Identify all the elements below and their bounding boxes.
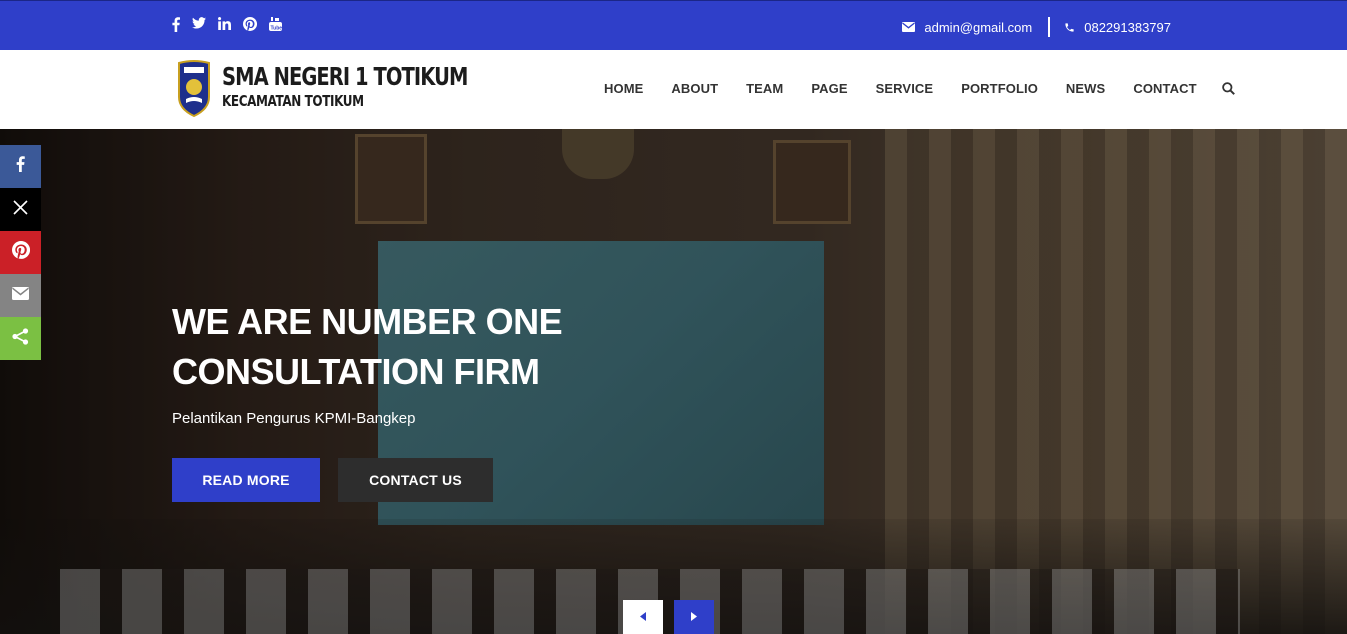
nav-team[interactable]: TEAM [746, 81, 783, 96]
envelope-icon [902, 22, 916, 32]
email-text[interactable]: admin@gmail.com [924, 20, 1032, 35]
share-icon [12, 327, 29, 350]
phone-text[interactable]: 082291383797 [1084, 20, 1171, 35]
main-header: SMA NEGERI 1 TOTIKUM KECAMATAN TOTIKUM H… [0, 50, 1347, 129]
nav-service[interactable]: SERVICE [876, 81, 934, 96]
nav-home[interactable]: HOME [604, 81, 643, 96]
nav-page[interactable]: PAGE [811, 81, 847, 96]
top-bar: Tube admin@gmail.com 082291383797 [0, 0, 1347, 50]
divider [1048, 17, 1051, 37]
hero-title-line1: WE ARE NUMBER ONE [172, 301, 563, 342]
hero-subtitle: Pelantikan Pengurus KPMI-Bangkep [172, 410, 416, 427]
facebook-icon [16, 156, 25, 177]
nav-news[interactable]: NEWS [1066, 81, 1105, 96]
pinterest-icon[interactable] [243, 17, 258, 33]
share-pinterest-button[interactable] [0, 231, 41, 274]
search-icon[interactable] [1221, 82, 1235, 95]
svg-text:Tube: Tube [271, 25, 283, 31]
hero-title: WE ARE NUMBER ONE CONSULTATION FIRM [172, 297, 692, 397]
share-email-button[interactable] [0, 274, 41, 317]
phone-icon [1064, 22, 1075, 33]
contact-info: admin@gmail.com 082291383797 [902, 17, 1171, 37]
linkedin-icon[interactable] [218, 17, 231, 33]
pinterest-icon [11, 241, 30, 264]
logo-title: SMA NEGERI 1 TOTIKUM [222, 62, 468, 91]
read-more-button[interactable]: READ MORE [172, 458, 320, 502]
nav-portfolio[interactable]: PORTFOLIO [961, 81, 1038, 96]
share-facebook-button[interactable] [0, 145, 41, 188]
nav-about[interactable]: ABOUT [671, 81, 718, 96]
x-icon [13, 199, 28, 220]
logo-subtitle: KECAMATAN TOTIKUM [222, 92, 364, 110]
youtube-icon[interactable]: Tube [269, 17, 282, 33]
contact-us-button[interactable]: CONTACT US [338, 458, 493, 502]
caret-left-icon [640, 608, 646, 626]
nav-contact[interactable]: CONTACT [1133, 81, 1196, 96]
caret-right-icon [691, 608, 697, 626]
hero-title-line2: CONSULTATION FIRM [172, 351, 540, 392]
school-logo-icon[interactable] [177, 59, 211, 118]
social-links: Tube [172, 17, 282, 33]
email-icon [12, 286, 29, 305]
main-nav: HOME ABOUT TEAM PAGE SERVICE PORTFOLIO N… [604, 81, 1235, 96]
facebook-icon[interactable] [172, 17, 180, 33]
hero-slider: WE ARE NUMBER ONE CONSULTATION FIRM Pela… [0, 129, 1347, 634]
slider-prev-button[interactable] [623, 600, 663, 634]
share-x-button[interactable] [0, 188, 41, 231]
share-sidebar [0, 145, 41, 360]
twitter-icon[interactable] [192, 17, 206, 33]
slider-next-button[interactable] [674, 600, 714, 634]
share-more-button[interactable] [0, 317, 41, 360]
